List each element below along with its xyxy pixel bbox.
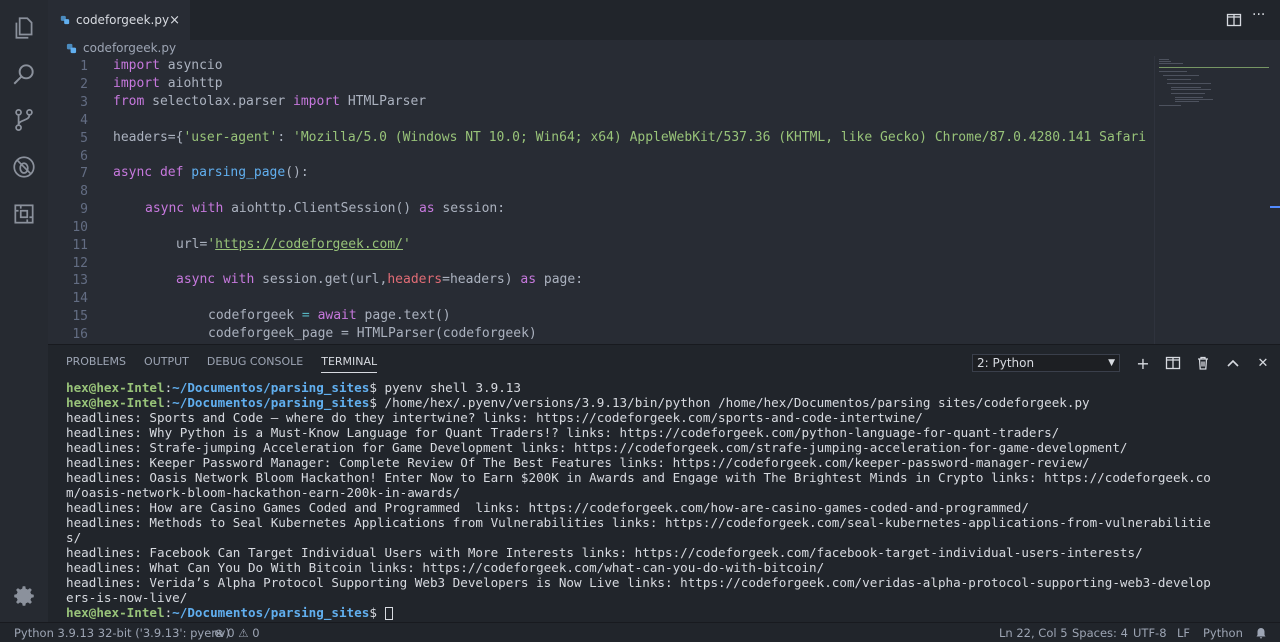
terminal-line: headlines: Oasis Network Bloom Hackathon… (66, 470, 1211, 485)
code-editor[interactable]: 1 2 3 4 5 6 7 8 9 10 11 12 13 14 15 16 i… (48, 56, 1280, 344)
tab-debug-console[interactable]: DEBUG CONSOLE (207, 355, 303, 373)
debug-icon[interactable] (8, 151, 40, 183)
warning-count: 0 (252, 626, 260, 640)
python-file-icon (60, 15, 70, 25)
code-line: from selectolax.parser import HTMLParser (113, 94, 427, 109)
terminal-line: headlines: Keeper Password Manager: Comp… (66, 455, 1090, 470)
code-line: async def parsing_page(): (113, 165, 309, 180)
terminal-line: headlines: Methods to Seal Kubernetes Ap… (66, 515, 1211, 530)
terminal-line: hex@hex-Intel:~/Documentos/parsing_sites… (66, 380, 521, 395)
cursor-position[interactable]: Ln 22, Col 5 (999, 626, 1068, 640)
problems-indicator[interactable]: ⊗ 0 ⚠ 0 (214, 626, 260, 640)
settings-gear-icon[interactable] (8, 580, 40, 612)
line-number: 7 (80, 166, 88, 181)
code-line: import asyncio (113, 58, 223, 73)
code-line: url='https://codeforgeek.com/' (176, 237, 411, 252)
line-number: 8 (80, 184, 88, 199)
terminal-line: headlines: Strafe-jumping Acceleration f… (66, 440, 1128, 455)
warning-icon: ⚠ (238, 626, 249, 640)
bottom-panel: PROBLEMS OUTPUT DEBUG CONSOLE TERMINAL 2… (48, 344, 1280, 622)
python-interpreter[interactable]: Python 3.9.13 32-bit ('3.9.13': pyenv) (14, 626, 230, 640)
terminal-output[interactable]: hex@hex-Intel:~/Documentos/parsing_sites… (66, 380, 1266, 620)
line-number: 13 (72, 273, 88, 288)
line-number: 4 (80, 113, 88, 128)
code-line: import aiohttp (113, 76, 223, 91)
breadcrumb: codeforgeek.py (48, 40, 1280, 56)
code-line: headers={'user-agent': 'Mozilla/5.0 (Win… (113, 130, 1147, 145)
line-number: 5 (80, 131, 88, 146)
line-number: 9 (80, 202, 88, 217)
line-number: 1 (80, 59, 88, 74)
terminal-line: s/ (66, 530, 82, 545)
line-number: 3 (80, 95, 88, 110)
chevron-down-icon: ▼ (1108, 358, 1115, 368)
code-line: async with session.get(url,headers=heade… (176, 272, 584, 287)
bell-icon[interactable] (1255, 627, 1267, 639)
search-icon[interactable] (8, 58, 40, 90)
line-number: 14 (72, 291, 88, 306)
tab-terminal[interactable]: TERMINAL (321, 355, 378, 373)
error-count: 0 (227, 626, 235, 640)
line-number: 12 (72, 256, 88, 271)
minimap[interactable] (1154, 56, 1280, 344)
terminal-select-value: 2: Python (977, 356, 1035, 370)
line-number: 10 (72, 220, 88, 235)
code-line: async with aiohttp.ClientSession() as se… (145, 201, 506, 216)
editor-tab-bar: codeforgeek.py × ··· (48, 0, 1280, 40)
files-icon[interactable] (8, 12, 40, 44)
line-number: 11 (72, 238, 88, 253)
terminal-line: headlines: Verida’s Alpha Protocol Suppo… (66, 575, 1211, 590)
new-terminal-button[interactable]: + (1135, 354, 1151, 373)
line-number: 2 (80, 77, 88, 92)
terminal-prompt: hex@hex-Intel:~/Documentos/parsing_sites… (66, 605, 1266, 620)
line-number: 16 (72, 327, 88, 342)
tab-label: codeforgeek.py (76, 13, 170, 27)
terminal-select[interactable]: 2: Python ▼ (972, 354, 1120, 372)
terminal-line: headlines: How are Casino Games Coded an… (66, 500, 1029, 515)
source-control-icon[interactable] (8, 104, 40, 136)
scroll-indicator (1270, 206, 1280, 208)
close-panel-button[interactable]: ✕ (1255, 355, 1271, 371)
extensions-icon[interactable] (8, 198, 40, 230)
tab-codeforgeek[interactable]: codeforgeek.py × (48, 0, 190, 40)
python-file-icon (66, 43, 77, 53)
terminal-line: headlines: Sports and Code – where do th… (66, 410, 923, 425)
maximize-panel-icon[interactable] (1225, 355, 1241, 371)
line-number: 6 (80, 149, 88, 164)
tab-output[interactable]: OUTPUT (144, 355, 189, 373)
code-line: codeforgeek_page = HTMLParser(codeforgee… (208, 326, 537, 341)
language-mode[interactable]: Python (1203, 626, 1243, 640)
panel-tabs: PROBLEMS OUTPUT DEBUG CONSOLE TERMINAL (66, 355, 378, 373)
tab-problems[interactable]: PROBLEMS (66, 355, 126, 373)
terminal-line: headlines: What Can You Do With Bitcoin … (66, 560, 825, 575)
status-bar: Python 3.9.13 32-bit ('3.9.13': pyenv) ⊗… (0, 622, 1280, 642)
end-of-line[interactable]: LF (1177, 626, 1190, 640)
line-number: 15 (72, 309, 88, 324)
split-terminal-icon[interactable] (1165, 355, 1181, 371)
more-actions-icon[interactable]: ··· (1252, 8, 1268, 26)
encoding[interactable]: UTF-8 (1133, 626, 1167, 640)
terminal-cursor (384, 607, 393, 620)
error-icon: ⊗ (214, 626, 224, 640)
breadcrumb-file[interactable]: codeforgeek.py (83, 41, 176, 55)
close-tab-button[interactable]: × (169, 13, 180, 28)
terminal-line: ers-is-now-live/ (66, 590, 188, 605)
split-editor-icon[interactable] (1226, 12, 1242, 28)
trash-icon[interactable] (1195, 355, 1211, 371)
code-line: codeforgeek = await page.text() (208, 308, 451, 323)
activity-bar (0, 0, 48, 622)
terminal-line: hex@hex-Intel:~/Documentos/parsing_sites… (66, 395, 1090, 410)
indentation[interactable]: Spaces: 4 (1072, 626, 1128, 640)
terminal-line: headlines: Why Python is a Must-Know Lan… (66, 425, 1060, 440)
terminal-line: m/oasis-network-bloom-hackathon-earn-200… (66, 485, 461, 500)
terminal-line: headlines: Facebook Can Target Individua… (66, 545, 1143, 560)
